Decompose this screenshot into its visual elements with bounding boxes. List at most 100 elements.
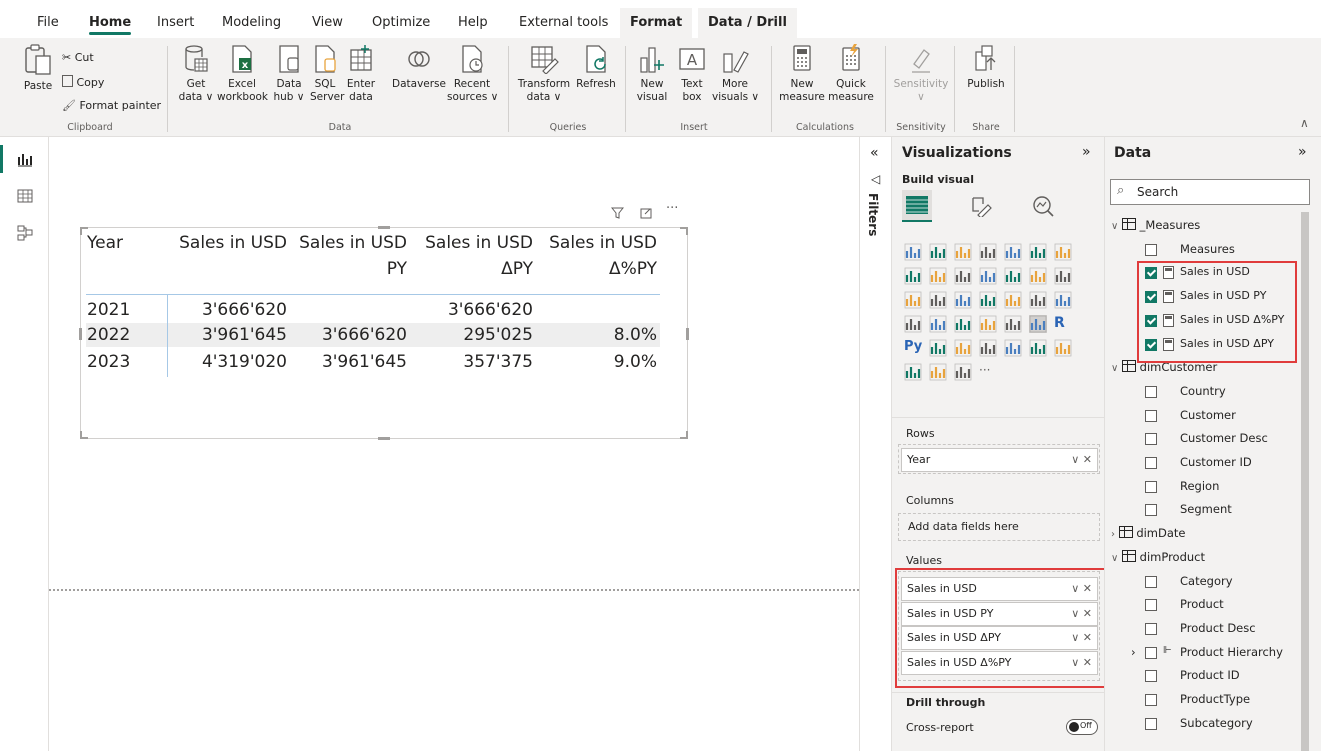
field-chip-controls[interactable]: ∨ ✕: [1071, 449, 1092, 471]
paginated-report-icon[interactable]: [1029, 339, 1047, 357]
chevron-down-icon[interactable]: ∨: [1111, 553, 1118, 564]
model-view-icon[interactable]: [17, 225, 33, 241]
multi-row-card-icon[interactable]: [929, 315, 947, 333]
chevron-right-icon[interactable]: ›: [1111, 529, 1115, 540]
filter-icon[interactable]: [611, 207, 624, 219]
chevron-down-icon[interactable]: ∨: [1111, 363, 1118, 374]
tab-external-tools[interactable]: External tools: [519, 8, 608, 38]
sql-server-button[interactable]: SQL Server: [310, 44, 344, 104]
excel-workbook-button[interactable]: x Excel workbook: [217, 44, 268, 104]
field-item[interactable]: Category: [1180, 574, 1233, 588]
field-item[interactable]: ProductType: [1180, 692, 1250, 706]
table-node[interactable]: ∨ dimProduct: [1111, 549, 1205, 564]
enter-data-button[interactable]: Enter data: [344, 44, 378, 104]
metrics-icon[interactable]: [929, 363, 947, 381]
publish-button[interactable]: Publish: [962, 44, 1010, 91]
field-item[interactable]: Country: [1180, 384, 1226, 398]
tab-file[interactable]: File: [37, 8, 59, 38]
collapse-ribbon-icon[interactable]: ∧: [1300, 116, 1309, 130]
gauge-icon[interactable]: [1054, 291, 1072, 309]
stacked-area-chart-icon[interactable]: [929, 267, 947, 285]
recent-sources-button[interactable]: Recent sources ∨: [447, 44, 498, 104]
resize-handle[interactable]: [680, 431, 688, 439]
resize-handle[interactable]: [378, 226, 390, 229]
tab-modeling[interactable]: Modeling: [222, 8, 281, 38]
column-header-sales-dpy[interactable]: Sales in USD: [423, 233, 533, 253]
rows-field-chip[interactable]: Year ∨ ✕: [901, 448, 1098, 472]
clustered-bar-chart-icon[interactable]: [954, 243, 972, 261]
resize-handle[interactable]: [378, 437, 390, 440]
stacked-bar-chart-icon[interactable]: [904, 243, 922, 261]
field-checkbox[interactable]: [1145, 433, 1157, 446]
kpi-icon[interactable]: [954, 315, 972, 333]
field-checkbox[interactable]: [1145, 717, 1157, 730]
power-apps-icon[interactable]: [1054, 339, 1072, 357]
filled-map-icon[interactable]: [1029, 291, 1047, 309]
field-item[interactable]: Measures: [1180, 242, 1235, 256]
quick-measure-button[interactable]: Quick measure: [826, 44, 876, 104]
field-item[interactable]: Segment: [1180, 502, 1232, 516]
donut-chart-icon[interactable]: [954, 291, 972, 309]
scrollbar[interactable]: [1301, 212, 1309, 751]
paste-button[interactable]: Paste: [18, 44, 58, 93]
field-checkbox[interactable]: [1145, 243, 1157, 256]
waterfall-chart-icon[interactable]: [1029, 267, 1047, 285]
tab-optimize[interactable]: Optimize: [372, 8, 430, 38]
decomposition-tree-icon[interactable]: [954, 339, 972, 357]
table-icon[interactable]: [1004, 315, 1022, 333]
filters-label[interactable]: Filters: [866, 193, 880, 236]
column-header-sales-dpct[interactable]: Sales in USD: [547, 233, 657, 253]
stacked-column-chart-icon[interactable]: [929, 243, 947, 261]
field-checkbox[interactable]: [1145, 599, 1157, 612]
resize-handle[interactable]: [80, 431, 88, 439]
field-checkbox[interactable]: [1145, 694, 1157, 706]
column-header-sales-py[interactable]: Sales in USD: [299, 233, 407, 253]
field-item[interactable]: Product: [1180, 597, 1224, 611]
field-item[interactable]: Product Desc: [1180, 621, 1256, 635]
field-checkbox[interactable]: [1145, 457, 1157, 469]
field-checkbox[interactable]: [1145, 480, 1157, 493]
line-clustered-column-chart-icon[interactable]: [979, 267, 997, 285]
matrix-icon[interactable]: [1029, 315, 1047, 333]
card-icon[interactable]: [904, 315, 922, 333]
column-header-year[interactable]: Year: [87, 233, 123, 253]
sensitivity-button[interactable]: Sensitivity ∨: [893, 44, 949, 104]
more-visuals-button[interactable]: More visuals ∨: [712, 44, 759, 104]
get-data-button[interactable]: Get data ∨: [176, 44, 216, 104]
expand-right-icon[interactable]: »: [1082, 144, 1091, 160]
filters-pane-collapsed[interactable]: « ◁ Filters: [859, 137, 892, 751]
smart-narrative-icon[interactable]: [1004, 339, 1022, 357]
format-visual-icon[interactable]: [970, 195, 992, 217]
100-percent-bar-chart-icon[interactable]: [1004, 243, 1022, 261]
field-item[interactable]: Customer: [1180, 408, 1236, 422]
data-hub-button[interactable]: Data hub ∨: [272, 44, 306, 104]
100-percent-column-chart-icon[interactable]: [1029, 243, 1047, 261]
field-item[interactable]: Customer Desc: [1180, 431, 1268, 445]
collapse-left-icon[interactable]: «: [870, 145, 879, 161]
area-chart-icon[interactable]: [904, 267, 922, 285]
expand-right-icon[interactable]: »: [1298, 144, 1307, 160]
python-visual-icon[interactable]: Py: [904, 339, 922, 357]
tab-home[interactable]: Home: [89, 8, 132, 38]
cut-button[interactable]: ✂ Cut: [62, 51, 94, 64]
tab-format[interactable]: Format: [620, 8, 693, 38]
search-input[interactable]: ⌕ Search: [1110, 179, 1310, 205]
field-item[interactable]: Region: [1180, 479, 1219, 493]
clustered-column-chart-icon[interactable]: [979, 243, 997, 261]
table-node[interactable]: › dimDate: [1111, 526, 1186, 540]
funnel-chart-icon[interactable]: [1054, 267, 1072, 285]
report-view-icon[interactable]: [17, 151, 33, 167]
tab-help[interactable]: Help: [458, 8, 488, 38]
field-checkbox[interactable]: [1145, 670, 1157, 683]
field-item[interactable]: Product ID: [1180, 668, 1240, 682]
more-options-icon[interactable]: ···: [666, 201, 678, 216]
copy-button[interactable]: Copy: [62, 75, 104, 89]
build-visual-tab[interactable]: [902, 190, 932, 222]
new-visual-button[interactable]: New visual: [634, 44, 670, 104]
resize-handle[interactable]: [680, 227, 688, 235]
scatter-chart-icon[interactable]: [904, 291, 922, 309]
field-checkbox[interactable]: [1145, 646, 1157, 659]
more-visuals-icon[interactable]: ···: [979, 363, 997, 381]
report-canvas[interactable]: ··· Year Sales in USD Sales in USD PY Sa…: [49, 137, 859, 751]
column-header-sales[interactable]: Sales in USD: [177, 233, 287, 253]
